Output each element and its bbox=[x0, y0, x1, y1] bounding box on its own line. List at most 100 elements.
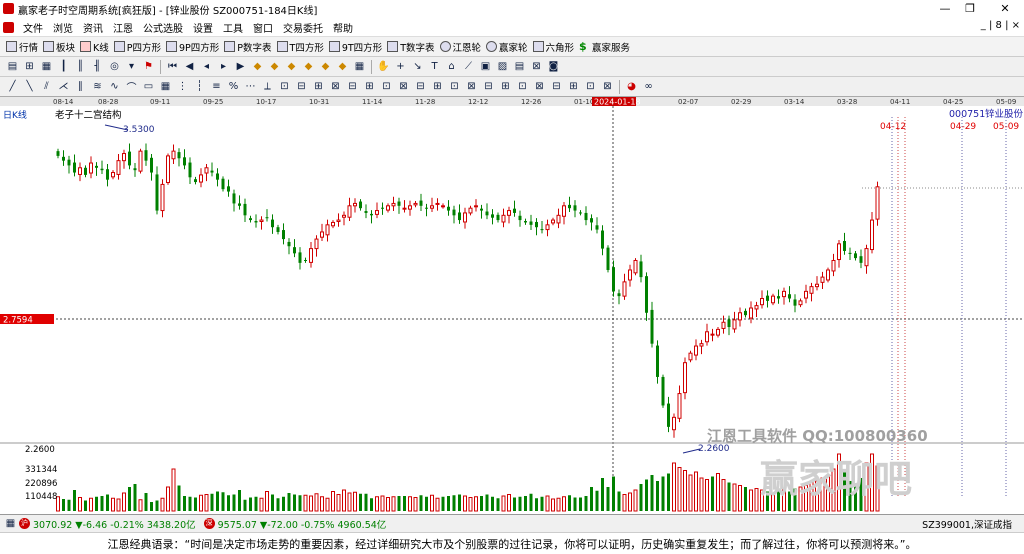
dropdown-icon[interactable]: ▾ bbox=[124, 60, 139, 74]
text-icon[interactable]: T bbox=[427, 60, 442, 74]
sz-index[interactable]: 深 9575.07 ▼-72.00 -0.75% 4960.54亿 bbox=[203, 517, 386, 531]
box-icon[interactable]: ⊡ bbox=[583, 80, 598, 94]
box-icon[interactable]: ⊠ bbox=[532, 80, 547, 94]
tool-t-square[interactable]: T四方形 bbox=[276, 40, 324, 54]
grid-icon[interactable]: ▦ bbox=[352, 60, 367, 74]
save-icon[interactable]: ▨ bbox=[495, 60, 510, 74]
mdi-controls[interactable]: _ | 8 | × bbox=[981, 20, 1020, 31]
box-icon[interactable]: ⊠ bbox=[328, 80, 343, 94]
kline-chart-svg[interactable]: 08-14 08-28 09-11 09-25 10-17 10-31 11-14 11-28… bbox=[0, 97, 1024, 514]
cycle-icon[interactable]: ⋯ bbox=[243, 80, 258, 94]
tool-p-square[interactable]: P四方形 bbox=[113, 40, 161, 54]
wave-icon[interactable]: ∿ bbox=[107, 80, 122, 94]
bars-icon[interactable]: ┆ bbox=[192, 80, 207, 94]
bars2-icon[interactable]: ╢ bbox=[90, 60, 105, 74]
palette-icon[interactable]: ◕ bbox=[624, 80, 639, 94]
parallel-icon[interactable]: ∥ bbox=[73, 80, 88, 94]
maximize-button[interactable]: ❐ bbox=[955, 0, 985, 18]
grid-icon[interactable]: ▦ bbox=[3, 517, 18, 531]
diamond-icon[interactable]: ◆ bbox=[284, 60, 299, 74]
diamond-icon[interactable]: ◆ bbox=[301, 60, 316, 74]
box-icon[interactable]: ⊞ bbox=[430, 80, 445, 94]
diamond-icon[interactable]: ◆ bbox=[335, 60, 350, 74]
ruler-icon[interactable]: ⟋ bbox=[461, 60, 476, 74]
print-icon[interactable]: ▤ bbox=[512, 60, 527, 74]
menu-formula[interactable]: 公式选股 bbox=[138, 20, 188, 35]
prev-icon[interactable]: ◀ bbox=[182, 60, 197, 74]
circle-icon[interactable]: ◎ bbox=[107, 60, 122, 74]
gift-icon[interactable]: ⌂ bbox=[444, 60, 459, 74]
status-right[interactable]: SZ399001,深证成指 bbox=[922, 517, 1012, 531]
next-icon[interactable]: ▶ bbox=[233, 60, 248, 74]
menu-tools[interactable]: 工具 bbox=[218, 20, 248, 35]
box-icon[interactable]: ⊞ bbox=[311, 80, 326, 94]
diamond-icon[interactable]: ◆ bbox=[318, 60, 333, 74]
fan-icon[interactable]: ⋌ bbox=[56, 80, 71, 94]
line-icon[interactable]: ╱ bbox=[5, 80, 20, 94]
sh-index[interactable]: 沪 3070.92 ▼-6.46 -0.21% 3438.20亿 bbox=[19, 517, 196, 531]
layout-icon[interactable]: ▤ bbox=[5, 60, 20, 74]
image-icon[interactable]: ▣ bbox=[478, 60, 493, 74]
menu-info[interactable]: 资讯 bbox=[78, 20, 108, 35]
percent-icon[interactable]: % bbox=[226, 80, 241, 94]
infinity-icon[interactable]: ∞ bbox=[641, 80, 656, 94]
tool-quotes[interactable]: 行情 bbox=[6, 40, 38, 54]
cycle-icon[interactable]: ⋮ bbox=[175, 80, 190, 94]
flag-icon[interactable]: ⚑ bbox=[141, 60, 156, 74]
candle-icon[interactable]: ┃ bbox=[56, 60, 71, 74]
line-icon[interactable]: ╲ bbox=[22, 80, 37, 94]
box-icon[interactable]: ⊟ bbox=[481, 80, 496, 94]
tool-p-table[interactable]: P数字表 bbox=[224, 40, 272, 54]
bars-icon[interactable]: ║ bbox=[73, 60, 88, 74]
menu-settings[interactable]: 设置 bbox=[188, 20, 218, 35]
menu-window[interactable]: 窗口 bbox=[248, 20, 278, 35]
lock-icon[interactable]: ⊠ bbox=[529, 60, 544, 74]
box-icon[interactable]: ⊞ bbox=[498, 80, 513, 94]
left-icon[interactable]: ◂ bbox=[199, 60, 214, 74]
box-icon[interactable]: ⊡ bbox=[515, 80, 530, 94]
menu-file[interactable]: 文件 bbox=[18, 20, 48, 35]
arrow-icon[interactable]: ↘ bbox=[410, 60, 425, 74]
box-icon[interactable]: ⊞ bbox=[566, 80, 581, 94]
tool-gann-wheel[interactable]: 江恩轮 bbox=[439, 40, 481, 54]
hand-icon[interactable]: ✋ bbox=[376, 60, 391, 74]
menu-trade[interactable]: 交易委托 bbox=[278, 20, 328, 35]
tool-t-table[interactable]: T数字表 bbox=[387, 40, 435, 54]
fib-icon[interactable]: ≡ bbox=[209, 80, 224, 94]
box-icon[interactable]: ⊠ bbox=[464, 80, 479, 94]
box-icon[interactable]: ⊟ bbox=[294, 80, 309, 94]
menu-help[interactable]: 帮助 bbox=[328, 20, 358, 35]
arc-icon[interactable]: ⌒ bbox=[124, 80, 139, 94]
pattern-icon[interactable]: ⊞ bbox=[22, 60, 37, 74]
first-icon[interactable]: ⏮ bbox=[165, 60, 180, 74]
box-icon[interactable]: ⊟ bbox=[549, 80, 564, 94]
tool-kline[interactable]: K线 bbox=[80, 40, 109, 54]
grid-icon[interactable]: ▦ bbox=[158, 80, 173, 94]
tool-hexagon[interactable]: 六角形 bbox=[532, 40, 574, 54]
tool-sector[interactable]: 板块 bbox=[43, 40, 75, 54]
menu-browse[interactable]: 浏览 bbox=[48, 20, 78, 35]
box-icon[interactable]: ⊟ bbox=[413, 80, 428, 94]
diamond-icon[interactable]: ◆ bbox=[250, 60, 265, 74]
table-icon[interactable]: ▦ bbox=[39, 60, 54, 74]
channel-icon[interactable]: ⫽ bbox=[39, 80, 54, 94]
tool-winner-wheel[interactable]: 赢家轮 bbox=[486, 40, 528, 54]
close-button[interactable]: ✕ bbox=[990, 0, 1020, 18]
tool-service[interactable]: $ 赢家服务 bbox=[579, 40, 630, 54]
diamond-icon[interactable]: ◆ bbox=[267, 60, 282, 74]
cross-icon[interactable]: + bbox=[393, 60, 408, 74]
kline-chart[interactable]: 08-14 08-28 09-11 09-25 10-17 10-31 11-14 11-28… bbox=[0, 97, 1024, 514]
speed-icon[interactable]: ⟂ bbox=[260, 80, 275, 94]
box-icon[interactable]: ⊡ bbox=[447, 80, 462, 94]
menu-gann[interactable]: 江恩 bbox=[108, 20, 138, 35]
gann-icon[interactable]: ⊡ bbox=[277, 80, 292, 94]
rect-icon[interactable]: ▭ bbox=[141, 80, 156, 94]
box-icon[interactable]: ⊞ bbox=[362, 80, 377, 94]
camera-icon[interactable]: ◙ bbox=[546, 60, 561, 74]
box-icon[interactable]: ⊟ bbox=[345, 80, 360, 94]
box-icon[interactable]: ⊡ bbox=[379, 80, 394, 94]
tool-9p-square[interactable]: 9P四方形 bbox=[166, 40, 219, 54]
box-icon[interactable]: ⊠ bbox=[396, 80, 411, 94]
right-icon[interactable]: ▸ bbox=[216, 60, 231, 74]
tool-9t-square[interactable]: 9T四方形 bbox=[328, 40, 382, 54]
